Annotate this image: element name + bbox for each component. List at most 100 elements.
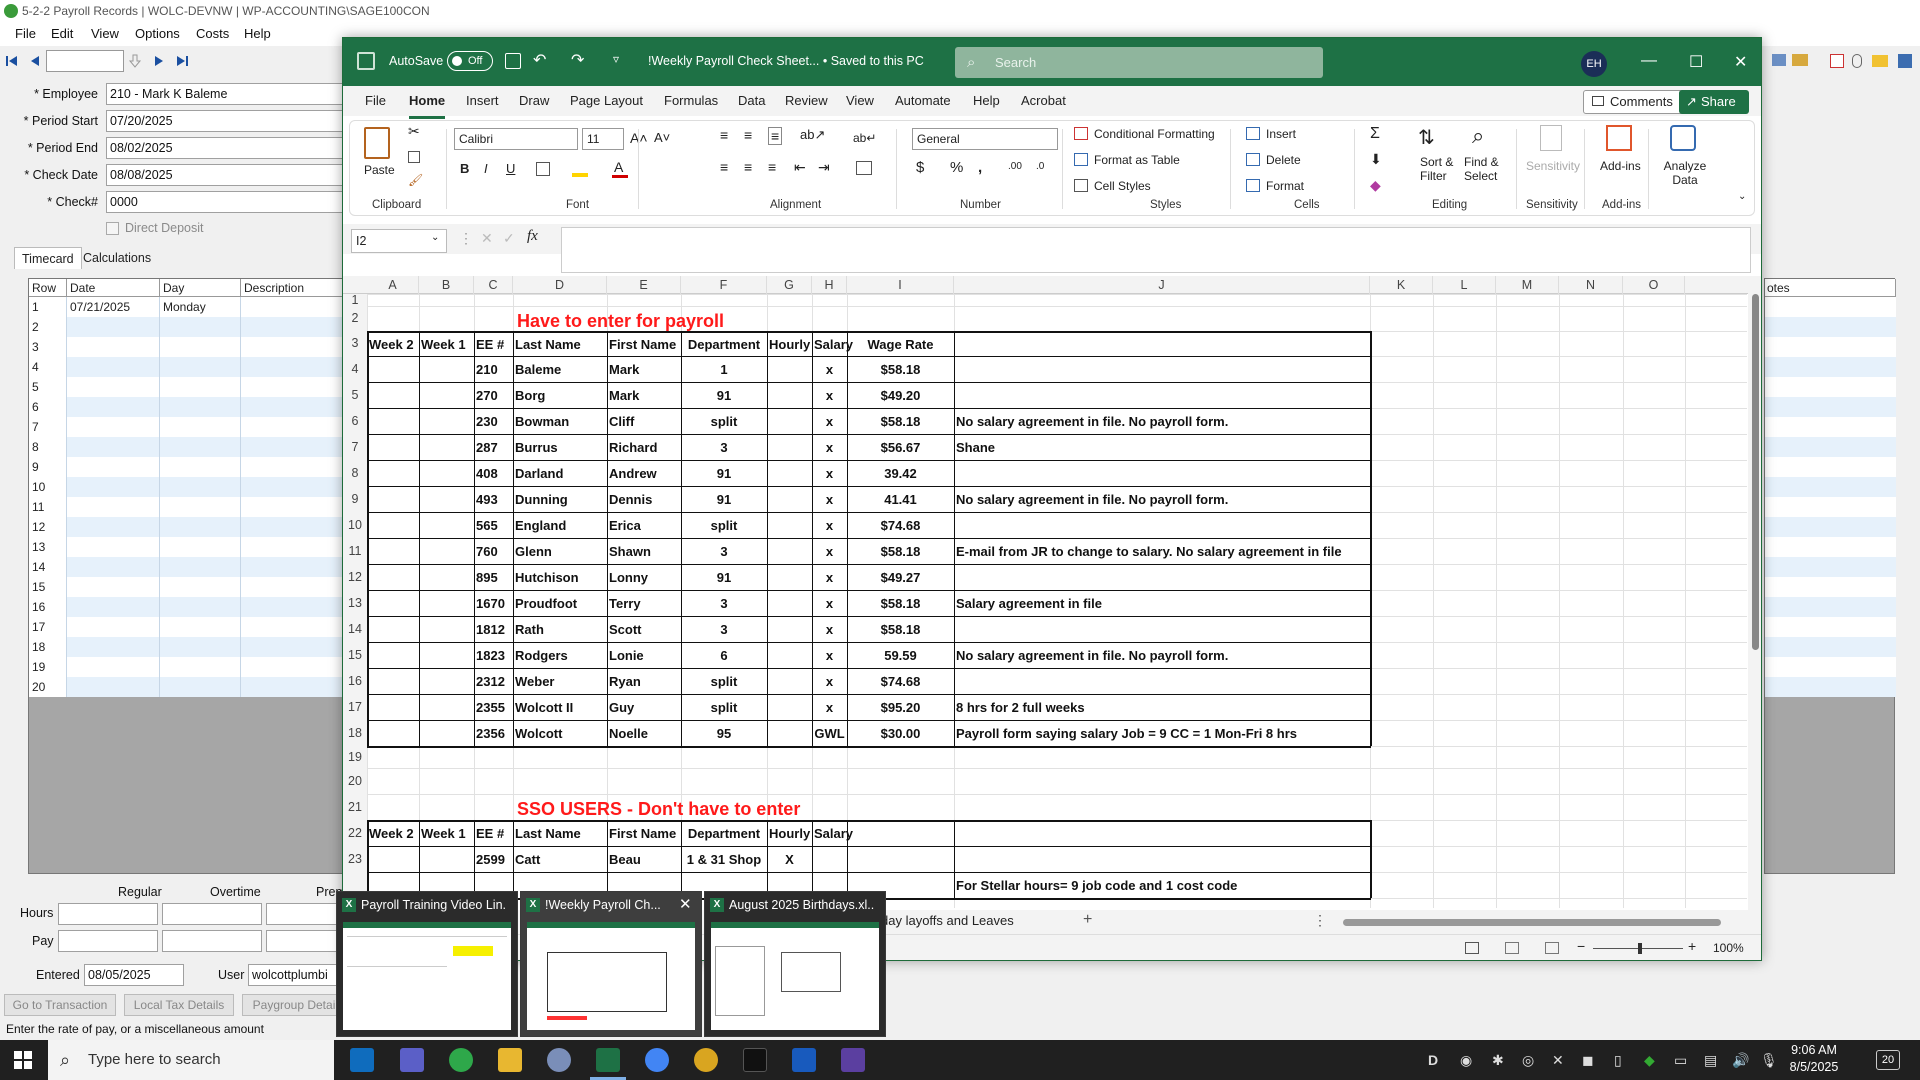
table-row[interactable] (1765, 597, 1896, 617)
day-cell[interactable] (160, 557, 241, 577)
first-name-cell[interactable]: Ryan (609, 674, 641, 689)
find-select-button[interactable]: Find & Select (1464, 155, 1508, 183)
salary-cell[interactable]: x (812, 596, 847, 611)
first-name-cell[interactable]: Beau (609, 852, 641, 867)
excel-search-input[interactable]: ⌕ Search (955, 47, 1323, 78)
date-cell[interactable] (67, 497, 160, 517)
taskbar-preview-1[interactable]: X Payroll Training Video Lin... (336, 891, 518, 1037)
sort-filter-button[interactable]: Sort & Filter (1420, 155, 1462, 183)
date-cell[interactable] (67, 677, 160, 697)
file-explorer-icon[interactable] (498, 1048, 522, 1072)
paste-label[interactable]: Paste (364, 163, 395, 177)
last-name-cell[interactable]: Glenn (515, 544, 552, 559)
first-name-cell[interactable]: Mark (609, 362, 639, 377)
department-cell[interactable]: split (681, 518, 767, 533)
row-header[interactable]: 10 (343, 512, 367, 538)
remote-desktop-icon[interactable] (547, 1048, 571, 1072)
row-header[interactable]: 1 (343, 294, 367, 307)
day-cell[interactable] (160, 497, 241, 517)
windows-start-icon[interactable] (14, 1051, 32, 1069)
first-name-cell[interactable]: Shawn (609, 544, 651, 559)
align-bottom-icon[interactable]: ≡ (768, 127, 783, 145)
last-name-cell[interactable]: Burrus (515, 440, 558, 455)
wage-rate-cell[interactable]: $58.18 (847, 414, 954, 429)
note-cell[interactable]: E-mail from JR to change to salary. No s… (956, 544, 1342, 559)
delete-button[interactable]: Delete (1266, 153, 1301, 167)
column-header[interactable]: G (767, 276, 812, 294)
analyze-data-button[interactable]: Analyze Data (1662, 159, 1708, 187)
direct-deposit-checkbox[interactable] (106, 222, 119, 235)
salary-cell[interactable]: x (812, 622, 847, 637)
date-cell[interactable] (67, 417, 160, 437)
table-header-cell[interactable]: Week 1 (421, 337, 466, 352)
namebox-dropdown-icon[interactable]: ⌄ (431, 232, 439, 243)
day-cell[interactable] (160, 337, 241, 357)
percent-icon[interactable]: % (950, 159, 963, 176)
table-row[interactable]: 4 (29, 357, 347, 377)
day-cell[interactable] (160, 677, 241, 697)
date-cell[interactable] (67, 517, 160, 537)
table-row[interactable]: 10 (29, 477, 347, 497)
tray-sync-icon[interactable]: ◎ (1522, 1052, 1534, 1069)
first-name-cell[interactable]: Cliff (609, 414, 634, 429)
row-header[interactable]: 9 (343, 486, 367, 512)
zoom-out-icon[interactable]: − (1577, 938, 1585, 954)
wage-rate-cell[interactable]: $56.67 (847, 440, 954, 455)
column-header[interactable]: E (607, 276, 681, 294)
wage-rate-cell[interactable]: 39.42 (847, 466, 954, 481)
row-header[interactable]: 19 (343, 746, 367, 768)
minimize-icon[interactable]: — (1641, 52, 1657, 70)
number-format-dropdown[interactable]: General (912, 128, 1058, 150)
analyze-data-icon[interactable] (1670, 125, 1696, 151)
table-header-cell[interactable]: Department (681, 826, 767, 841)
description-cell[interactable] (241, 437, 347, 457)
table-row[interactable]: 13 (29, 537, 347, 557)
note-cell[interactable]: For Stellar hours= 9 job code and 1 cost… (956, 878, 1237, 893)
first-record-icon[interactable] (5, 54, 19, 68)
page-break-view-icon[interactable] (1545, 942, 1559, 954)
merge-center-icon[interactable] (856, 161, 872, 175)
format-button[interactable]: Format (1266, 179, 1304, 193)
ee-number-cell[interactable]: 2599 (476, 852, 505, 867)
row-header[interactable]: 12 (343, 564, 367, 590)
row-header[interactable]: 6 (343, 408, 367, 434)
align-top-icon[interactable]: ≡ (720, 127, 728, 143)
wage-rate-cell[interactable]: $49.20 (847, 388, 954, 403)
table-row[interactable]: 1 07/21/2025 Monday (29, 297, 347, 317)
description-cell[interactable] (241, 617, 347, 637)
hourly-cell[interactable]: X (767, 852, 812, 867)
salary-cell[interactable]: x (812, 570, 847, 585)
close-preview-icon[interactable]: ✕ (679, 895, 692, 913)
department-cell[interactable]: 3 (681, 596, 767, 611)
description-cell[interactable] (241, 337, 347, 357)
department-cell[interactable]: 91 (681, 388, 767, 403)
day-cell[interactable] (160, 517, 241, 537)
down-arrow-icon[interactable] (128, 54, 142, 68)
department-cell[interactable]: 3 (681, 544, 767, 559)
table-row[interactable]: 15 (29, 577, 347, 597)
table-header-cell[interactable]: First Name (609, 826, 676, 841)
conditional-formatting-button[interactable]: Conditional Formatting (1094, 127, 1215, 141)
ee-number-cell[interactable]: 760 (476, 544, 498, 559)
table-header-cell[interactable]: First Name (609, 337, 676, 352)
menu-options[interactable]: Options (135, 22, 180, 46)
table-row[interactable] (1765, 317, 1896, 337)
tab-options-icon[interactable]: ⋮ (1313, 912, 1327, 929)
last-name-cell[interactable]: Bowman (515, 414, 569, 429)
table-row[interactable] (1765, 557, 1896, 577)
underline-icon[interactable]: U (506, 161, 515, 176)
row-header[interactable]: 8 (343, 460, 367, 486)
taskbar-preview-3[interactable]: X August 2025 Birthdays.xl... (704, 891, 886, 1037)
add-ins-button[interactable]: Add-ins (1600, 159, 1641, 173)
table-row[interactable] (1765, 517, 1896, 537)
ee-number-cell[interactable]: 565 (476, 518, 498, 533)
formula-input[interactable] (561, 227, 1751, 273)
ee-number-cell[interactable]: 493 (476, 492, 498, 507)
table-row[interactable] (1765, 417, 1896, 437)
sheet-tab-layoffs[interactable]: day layoffs and Leaves (881, 913, 1014, 928)
row-header[interactable]: 22 (343, 820, 367, 846)
table-row[interactable]: 9 (29, 457, 347, 477)
collapse-ribbon-icon[interactable]: ⌄ (1738, 191, 1746, 202)
row-header[interactable]: 13 (343, 590, 367, 616)
row-header[interactable]: 18 (343, 720, 367, 746)
